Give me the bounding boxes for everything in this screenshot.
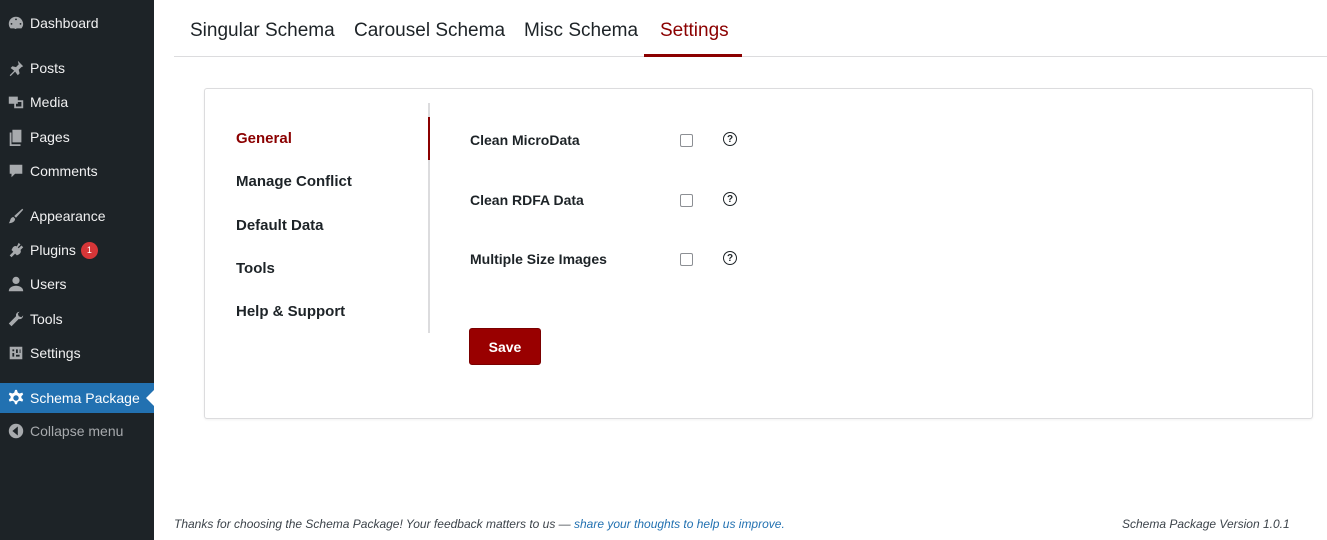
subnav-item-tools[interactable]: Tools (236, 260, 275, 277)
help-icon[interactable]: ? (723, 251, 737, 265)
brush-icon (0, 207, 30, 225)
footer-thanks-text: Thanks for choosing the Schema Package! … (174, 517, 574, 531)
feedback-link[interactable]: share your thoughts to help us improve. (574, 517, 785, 531)
sidebar-item-plugins[interactable]: Plugins 1 (0, 235, 154, 265)
footer-thanks: Thanks for choosing the Schema Package! … (174, 517, 785, 531)
subnav-item-help-support[interactable]: Help & Support (236, 303, 345, 320)
sidebar-item-dashboard[interactable]: Dashboard (0, 8, 154, 38)
option-label-clean-microdata: Clean MicroData (470, 132, 580, 148)
gear-icon (0, 389, 30, 407)
sidebar-item-tools[interactable]: Tools (0, 304, 154, 334)
subnav-active-indicator (428, 117, 430, 160)
multiple-size-images-checkbox[interactable] (680, 253, 693, 266)
subnav-item-default-data[interactable]: Default Data (236, 217, 324, 234)
media-icon (0, 93, 30, 111)
dashboard-icon (0, 14, 30, 32)
save-button[interactable]: Save (469, 328, 541, 365)
sidebar-item-comments[interactable]: Comments (0, 156, 154, 186)
tab-carousel-schema[interactable]: Carousel Schema (354, 20, 505, 42)
sidebar-item-appearance[interactable]: Appearance (0, 201, 154, 231)
wrench-icon (0, 310, 30, 328)
tab-misc-schema[interactable]: Misc Schema (524, 20, 638, 42)
sidebar-item-users[interactable]: Users (0, 269, 154, 299)
active-tab-indicator (644, 54, 742, 57)
pages-icon (0, 128, 30, 146)
plugins-update-badge: 1 (80, 241, 98, 259)
subnav-item-general[interactable]: General (236, 130, 292, 147)
subnav-item-manage-conflict[interactable]: Manage Conflict (236, 173, 352, 190)
option-label-multiple-size-images: Multiple Size Images (470, 251, 607, 267)
tab-singular-schema[interactable]: Singular Schema (190, 20, 335, 42)
clean-microdata-checkbox[interactable] (680, 134, 693, 147)
help-icon[interactable]: ? (723, 192, 737, 206)
pin-icon (0, 59, 30, 77)
admin-sidebar: Dashboard Posts Media Pages Comments App… (0, 0, 154, 540)
sidebar-item-media[interactable]: Media (0, 87, 154, 117)
footer-version: Schema Package Version 1.0.1 (1122, 517, 1290, 531)
plugin-icon (0, 241, 30, 259)
settings-icon (0, 344, 30, 362)
help-icon[interactable]: ? (723, 132, 737, 146)
sidebar-item-pages[interactable]: Pages (0, 122, 154, 152)
collapse-icon (0, 422, 30, 440)
sidebar-item-schema-package[interactable]: Schema Package (0, 383, 154, 413)
sidebar-item-settings[interactable]: Settings (0, 338, 154, 368)
option-label-clean-rdfa: Clean RDFA Data (470, 192, 584, 208)
settings-subnav: General Manage Conflict Default Data Too… (205, 103, 430, 333)
sidebar-item-posts[interactable]: Posts (0, 53, 154, 83)
tab-settings[interactable]: Settings (660, 20, 729, 42)
user-icon (0, 275, 30, 293)
settings-card: General Manage Conflict Default Data Too… (204, 88, 1313, 419)
clean-rdfa-checkbox[interactable] (680, 194, 693, 207)
comment-icon (0, 162, 30, 180)
settings-tabs: Singular Schema Carousel Schema Misc Sch… (174, 0, 1327, 57)
collapse-menu-button[interactable]: Collapse menu (0, 416, 154, 446)
